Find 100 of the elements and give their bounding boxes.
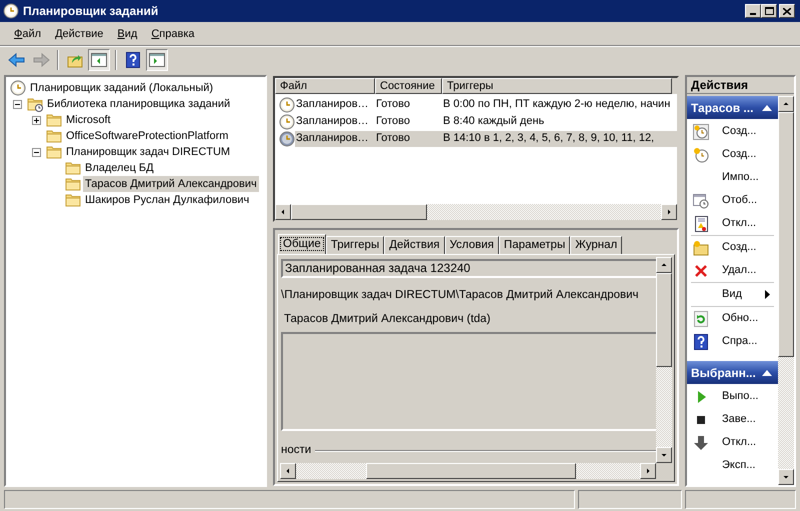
menu-item[interactable]: Действие — [48, 26, 110, 43]
tree-item[interactable]: Шакиров Руслан Дулкафилович — [83, 192, 252, 208]
folder-icon — [46, 144, 62, 160]
action-link[interactable]: Отоб... — [722, 192, 758, 209]
folder-icon — [65, 160, 81, 176]
tree-item[interactable]: OfficeSoftwareProtectionPlatform — [64, 128, 230, 144]
menu-item[interactable]: Вид — [110, 26, 144, 43]
vertical-scrollbar[interactable] — [656, 257, 672, 463]
close-button[interactable] — [779, 4, 795, 18]
table-row[interactable]: Запланиров… Готово В 8:40 каждый день — [295, 114, 677, 130]
scroll-thumb[interactable] — [778, 112, 794, 357]
action-link[interactable]: Откл... — [722, 434, 756, 451]
folder-icon — [46, 112, 62, 128]
tree-item[interactable]: Владелец БД — [83, 160, 156, 176]
menu-item[interactable]: Справка — [144, 26, 202, 43]
collapse-toggle[interactable] — [32, 148, 41, 156]
arrow-icon — [665, 208, 673, 216]
tab[interactable]: Журнал — [570, 236, 622, 254]
action-link[interactable]: Импо... — [722, 169, 759, 186]
scroll-right-button[interactable] — [640, 463, 656, 479]
tree-item[interactable]: Библиотека планировщика заданий — [45, 96, 232, 112]
back-arrow-icon — [8, 52, 26, 68]
action-link[interactable]: Обно... — [722, 310, 758, 327]
action-link[interactable]: Вид — [722, 286, 742, 303]
maximize-button[interactable] — [761, 4, 777, 18]
column-header[interactable]: Файл — [275, 78, 375, 94]
scroll-left-button[interactable] — [275, 204, 291, 220]
arrow-icon — [279, 208, 287, 216]
delete-icon — [693, 262, 709, 278]
toolbar-button[interactable] — [88, 48, 110, 70]
pane-icon — [149, 52, 165, 66]
expand-toggle[interactable] — [32, 116, 41, 124]
table-cell-text: В 14:10 в 1, 2, 3, 4, 5, 6, 7, 8, 9, 10, 11, 12, — [442, 131, 656, 146]
arrow-icon — [660, 261, 668, 269]
tab[interactable]: Параметры — [498, 236, 570, 254]
vertical-scrollbar[interactable] — [778, 96, 794, 485]
location-text: \Планировщик задач DIRECTUM\Тарасов Дмитрий Александрович — [281, 288, 640, 303]
table-cell-text: В 8:40 каждый день — [442, 114, 546, 130]
close-icon — [783, 8, 791, 14]
scroll-thumb[interactable] — [656, 273, 672, 367]
action-link[interactable]: Откл... — [722, 215, 756, 232]
column-header[interactable]: Состояние — [375, 78, 442, 94]
author-text: Тарасов Дмитрий Александрович (tda) — [283, 312, 492, 327]
clock-icon — [279, 96, 295, 112]
column-header[interactable]: Триггеры — [442, 78, 672, 94]
action-link[interactable]: Созд... — [722, 146, 756, 163]
tree-item[interactable]: Тарасов Дмитрий Александрович — [83, 176, 259, 192]
pane-title: Действия — [687, 77, 794, 94]
window-clock-icon — [693, 192, 709, 208]
collapse-toggle[interactable] — [13, 100, 22, 108]
scroll-up-button[interactable] — [778, 96, 794, 112]
table-cell-text: Готово — [375, 97, 411, 112]
plus-icon — [34, 118, 39, 122]
horizontal-scrollbar[interactable] — [275, 204, 677, 220]
arrow-icon — [782, 473, 790, 481]
section-header[interactable]: Тарасов ... — [687, 96, 778, 119]
action-link[interactable]: Спра... — [722, 333, 758, 350]
name-field[interactable]: Запланированная задача 123240 — [281, 259, 656, 278]
table-cell-text: Готово — [375, 131, 411, 146]
tab[interactable]: Действия — [384, 236, 445, 254]
toolbar-button[interactable] — [146, 48, 168, 70]
minus-icon — [15, 102, 20, 106]
tree-item[interactable]: Microsoft — [64, 112, 113, 128]
table-row[interactable]: Запланиров… Готово В 0:00 по ПН, ПТ каждую 2-ю неделю, начин — [295, 96, 677, 112]
tab[interactable]: Триггеры — [326, 236, 384, 254]
task-clock-icon — [693, 124, 709, 140]
table-cell-text: Готово — [375, 114, 411, 130]
action-link[interactable]: Созд... — [722, 239, 756, 256]
scroll-up-button[interactable] — [656, 257, 672, 273]
action-link[interactable]: Выпо... — [722, 388, 758, 405]
action-link[interactable]: Удал... — [722, 262, 756, 279]
table-cell-text: Запланиров… — [295, 114, 370, 130]
scroll-left-button[interactable] — [280, 463, 296, 479]
forward-arrow-icon — [32, 52, 50, 68]
help-icon — [126, 52, 140, 68]
tab[interactable]: Общие — [278, 234, 326, 254]
clock-icon — [10, 80, 26, 96]
menu-item[interactable]: Файл — [7, 26, 48, 43]
action-link[interactable]: Эксп... — [722, 457, 756, 474]
minimize-button[interactable] — [745, 4, 761, 18]
tab[interactable]: Условия — [444, 236, 499, 254]
table-cell-text: В 0:00 по ПН, ПТ каждую 2-ю неделю, начин — [442, 97, 672, 112]
scroll-thumb[interactable] — [366, 463, 576, 479]
section-header[interactable]: Выбранн... — [687, 361, 778, 384]
action-link[interactable]: Заве... — [722, 411, 756, 428]
tree-item[interactable]: Планировщик заданий (Локальный) — [28, 80, 216, 96]
window-title: Планировщик заданий — [23, 3, 160, 20]
tree-item[interactable]: Планировщик задач DIRECTUM — [64, 144, 232, 160]
collapse-icon — [762, 370, 772, 376]
scroll-down-button[interactable] — [778, 469, 794, 485]
clock-icon — [279, 114, 295, 130]
group-label: ности — [281, 443, 312, 458]
horizontal-scrollbar[interactable] — [280, 463, 656, 479]
pane-icon — [91, 52, 107, 66]
clock-icon — [3, 3, 19, 19]
scroll-thumb[interactable] — [291, 204, 427, 220]
scroll-down-button[interactable] — [656, 447, 672, 463]
table-row[interactable]: Запланиров… Готово В 14:10 в 1, 2, 3, 4, 5, 6, 7, 8, 9, 10, 11, 12, — [295, 130, 677, 146]
action-link[interactable]: Созд... — [722, 123, 756, 140]
scroll-right-button[interactable] — [661, 204, 677, 220]
